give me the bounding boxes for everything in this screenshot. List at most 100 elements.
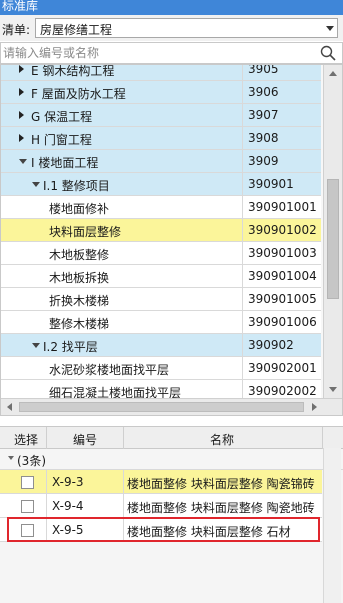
tree-node-code: 390901003 bbox=[248, 246, 317, 260]
filter-bar: 清单: 房屋修缮工程 bbox=[0, 15, 343, 41]
column-header-code[interactable]: 编号 bbox=[73, 431, 97, 448]
quota-grid: 选择 编号 名称 (3条) X-9-3 楼地面整修 块料面层整修 陶瓷锦砖 X-9-… bbox=[0, 426, 343, 603]
arrow-right-icon bbox=[312, 403, 317, 411]
column-divider bbox=[242, 357, 243, 379]
library-tree: E 钢木结构工程 3905 F 屋面及防水工程 3906 G 保温工程 3907 H 门窗工… bbox=[0, 64, 343, 416]
tree-node-name: 块料面层整修 bbox=[49, 225, 122, 239]
filter-label: 清单: bbox=[2, 23, 31, 37]
scroll-up-button[interactable] bbox=[324, 65, 342, 82]
grid-row[interactable]: X-9-4 楼地面整修 块料面层整修 陶瓷地砖 bbox=[0, 494, 322, 518]
collapse-icon[interactable] bbox=[8, 456, 14, 460]
row-code: X-9-5 bbox=[52, 523, 84, 537]
horizontal-scroll-thumb[interactable] bbox=[19, 402, 304, 412]
column-divider bbox=[242, 65, 243, 80]
search-icon[interactable] bbox=[320, 45, 336, 61]
tree-group-row[interactable]: I 楼地面工程 3909 bbox=[1, 150, 321, 173]
grid-row[interactable]: X-9-5 楼地面整修 块料面层整修 石材 bbox=[0, 518, 322, 542]
grid-row[interactable]: X-9-3 楼地面整修 块料面层整修 陶瓷锦砖 bbox=[0, 470, 322, 494]
tree-node-name: I 楼地面工程 bbox=[31, 156, 99, 170]
column-divider bbox=[242, 265, 243, 287]
collapse-icon[interactable] bbox=[32, 182, 40, 187]
row-name: 楼地面整修 块料面层整修 陶瓷地砖 bbox=[127, 501, 315, 515]
collapse-icon[interactable] bbox=[19, 159, 27, 164]
tree-horizontal-scrollbar[interactable] bbox=[1, 398, 342, 415]
column-header-select[interactable]: 选择 bbox=[14, 431, 38, 448]
tree-node-name: H 门窗工程 bbox=[31, 133, 92, 147]
tree-node-code: 390901002 bbox=[248, 223, 317, 237]
collapse-icon[interactable] bbox=[32, 343, 40, 348]
expand-icon[interactable] bbox=[19, 65, 24, 73]
column-divider bbox=[242, 311, 243, 333]
column-divider bbox=[123, 518, 124, 542]
tree-node-name: I.2 找平层 bbox=[43, 340, 98, 354]
column-divider bbox=[242, 150, 243, 172]
tree-node-code: 3908 bbox=[248, 131, 279, 145]
tree-item-row[interactable]: 水泥砂浆楼地面找平层 390902001 bbox=[1, 357, 321, 380]
tree-node-code: 390902001 bbox=[248, 361, 317, 375]
arrow-left-icon bbox=[7, 403, 12, 411]
row-name: 楼地面整修 块料面层整修 石材 bbox=[127, 525, 291, 539]
column-divider bbox=[242, 81, 243, 103]
expand-icon[interactable] bbox=[19, 111, 24, 119]
expand-icon[interactable] bbox=[19, 88, 24, 96]
row-checkbox[interactable] bbox=[21, 476, 34, 489]
tree-item-row[interactable]: 楼地面修补 390901001 bbox=[1, 196, 321, 219]
column-divider bbox=[242, 127, 243, 149]
tree-rows: E 钢木结构工程 3905 F 屋面及防水工程 3906 G 保温工程 3907 H 门窗工… bbox=[1, 64, 321, 403]
tree-node-name: 木地板整修 bbox=[49, 248, 110, 262]
column-divider bbox=[242, 242, 243, 264]
row-checkbox[interactable] bbox=[21, 500, 34, 513]
tree-node-code: 3909 bbox=[248, 154, 279, 168]
scroll-down-button[interactable] bbox=[324, 381, 342, 398]
row-code: X-9-4 bbox=[52, 499, 84, 513]
column-divider bbox=[123, 427, 124, 449]
scroll-thumb[interactable] bbox=[327, 179, 339, 299]
tree-node-name: 水泥砂浆楼地面找平层 bbox=[49, 363, 170, 377]
row-checkbox[interactable] bbox=[21, 524, 34, 537]
tree-node-code: 390902 bbox=[248, 338, 294, 352]
tree-node-code: 3905 bbox=[248, 64, 279, 76]
scroll-left-button[interactable] bbox=[1, 399, 18, 415]
chevron-down-icon[interactable] bbox=[326, 26, 334, 31]
tree-node-code: 3906 bbox=[248, 85, 279, 99]
arrow-down-icon bbox=[329, 387, 337, 392]
column-divider bbox=[322, 427, 323, 449]
tree-node-code: 3907 bbox=[248, 108, 279, 122]
tree-item-row[interactable]: 木地板拆换 390901004 bbox=[1, 265, 321, 288]
tree-node-code: 390901001 bbox=[248, 200, 317, 214]
tree-node-name: 折换木楼梯 bbox=[49, 294, 110, 308]
expand-icon[interactable] bbox=[19, 134, 24, 142]
tree-node-name: 楼地面修补 bbox=[49, 202, 110, 216]
tree-node-name: F 屋面及防水工程 bbox=[31, 87, 126, 101]
column-header-name[interactable]: 名称 bbox=[210, 431, 234, 448]
grid-group-row[interactable]: (3条) bbox=[0, 449, 343, 470]
tree-group-row[interactable]: H 门窗工程 3908 bbox=[1, 127, 321, 150]
column-divider bbox=[242, 104, 243, 126]
tree-node-code: 390901006 bbox=[248, 315, 317, 329]
tree-node-name: 整修木楼梯 bbox=[49, 317, 110, 331]
tree-vertical-scrollbar[interactable] bbox=[323, 65, 342, 398]
tree-item-row[interactable]: 整修木楼梯 390901006 bbox=[1, 311, 321, 334]
search-bar bbox=[0, 42, 343, 64]
tree-group-row[interactable]: G 保温工程 3907 bbox=[1, 104, 321, 127]
grid-vertical-scrollbar[interactable] bbox=[323, 448, 341, 603]
bill-type-select[interactable]: 房屋修缮工程 bbox=[35, 18, 338, 38]
tree-node-code: 390901 bbox=[248, 177, 294, 191]
tree-item-row[interactable]: 木地板整修 390901003 bbox=[1, 242, 321, 265]
tree-node-name: 木地板拆换 bbox=[49, 271, 110, 285]
tree-group-row[interactable]: F 屋面及防水工程 3906 bbox=[1, 81, 321, 104]
column-divider bbox=[123, 494, 124, 518]
tree-item-row[interactable]: 折换木楼梯 390901005 bbox=[1, 288, 321, 311]
column-divider bbox=[46, 427, 47, 449]
tree-group-row[interactable]: I.2 找平层 390902 bbox=[1, 334, 321, 357]
search-input[interactable] bbox=[2, 44, 312, 62]
tree-group-row[interactable]: E 钢木结构工程 3905 bbox=[1, 64, 321, 81]
column-divider bbox=[242, 288, 243, 310]
tree-item-row[interactable]: 块料面层整修 390901002 bbox=[1, 219, 321, 242]
scroll-right-button[interactable] bbox=[306, 399, 323, 415]
window-title: 标准库 bbox=[0, 0, 343, 15]
tree-group-row[interactable]: I.1 整修项目 390901 bbox=[1, 173, 321, 196]
tree-node-code: 390901005 bbox=[248, 292, 317, 306]
column-divider bbox=[123, 470, 124, 494]
tree-node-name: G 保温工程 bbox=[31, 110, 93, 124]
